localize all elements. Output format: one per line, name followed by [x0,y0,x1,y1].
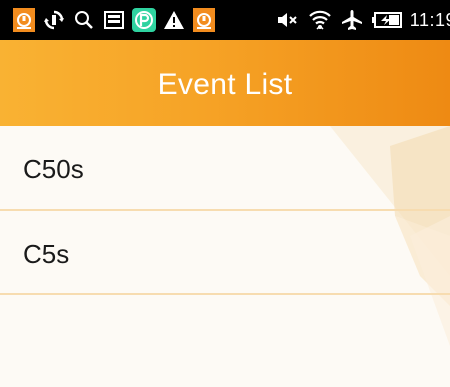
list-item[interactable]: C50s [0,126,450,211]
status-bar-right: 11:19 [276,7,450,33]
sync-icon [42,8,66,32]
event-list: C50s C5s [0,126,450,295]
warning-icon [162,8,186,32]
status-time: 11:19 [409,9,450,30]
event-list-container: C50s C5s [0,126,450,387]
storage-icon [102,8,126,32]
mute-icon [276,8,300,32]
event-label: C5s [23,238,70,269]
notification-alert-icon [192,8,216,32]
page-title: Event List [157,68,293,101]
event-label: C50s [23,154,84,184]
battery-charging-icon [371,8,402,32]
wifi-icon [308,8,332,32]
list-item[interactable]: C5s [0,211,450,295]
app-screen: 11:19 Event List C50s C5s [0,0,450,387]
airplane-icon [340,8,364,32]
search-icon [72,8,96,32]
status-bar-left [12,7,216,33]
p-app-icon [132,8,156,32]
status-bar: 11:19 [0,0,450,40]
notification-alert-icon [12,8,36,32]
app-bar: Event List [0,40,450,126]
